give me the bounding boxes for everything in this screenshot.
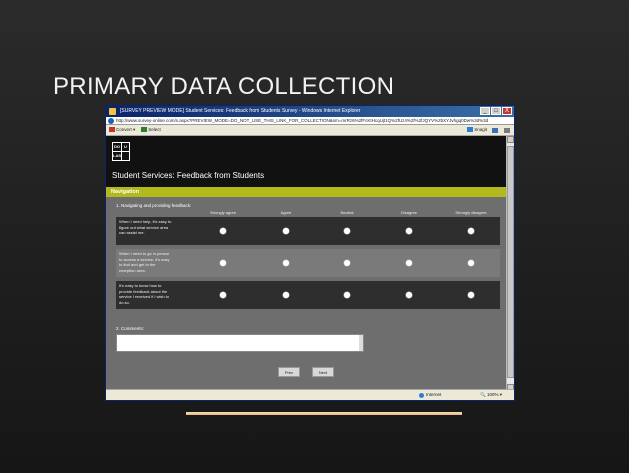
site-title: Student Services: Feedback from Students xyxy=(112,171,265,180)
snagit-button[interactable]: Snagit xyxy=(467,125,487,135)
scroll-up-arrow[interactable] xyxy=(507,136,514,143)
window-title: [SURVEY PREVIEW MODE] Student Services: … xyxy=(120,108,361,114)
radio-agree[interactable] xyxy=(283,228,289,234)
browser-window: [SURVEY PREVIEW MODE] Student Services: … xyxy=(105,105,515,401)
question-1-heading: 1. Navigating and providing feedback: xyxy=(116,203,192,208)
zoom-level[interactable]: 🔍 100% ▾ xyxy=(480,390,502,400)
scale-agree: Agree xyxy=(280,210,292,215)
scale-strongly-agree: Strongly agree xyxy=(209,210,237,215)
comments-textarea[interactable] xyxy=(116,334,364,352)
status-bar: Internet 🔍 100% ▾ xyxy=(106,389,514,400)
next-button[interactable]: Next xyxy=(312,367,334,377)
question-2-heading: 2. Comments: xyxy=(116,326,145,331)
radio-strongly-disagree[interactable] xyxy=(468,292,474,298)
zoom-icon: 🔍 xyxy=(480,392,486,397)
statement-row: When I need to go in person to access a … xyxy=(116,249,500,277)
survey-content: 1. Navigating and providing feedback: St… xyxy=(106,197,508,391)
address-url[interactable]: http://www.survey-online.com/s.aspx?PREV… xyxy=(116,118,488,123)
scale-neutral: Neutral xyxy=(340,210,354,215)
radio-neutral[interactable] xyxy=(344,260,350,266)
radio-strongly-disagree[interactable] xyxy=(468,228,474,234)
page-icon xyxy=(108,118,114,124)
maximize-button[interactable]: □ xyxy=(491,107,501,115)
radio-neutral[interactable] xyxy=(344,292,350,298)
university-logo: DO U LAS xyxy=(112,142,130,161)
survey-page: DO U LAS Student Services: Feedback from… xyxy=(106,136,508,391)
radio-strongly-agree[interactable] xyxy=(220,292,226,298)
browser-toolbar: Convert ▾ Select Snagit xyxy=(106,125,514,136)
capture-icon[interactable] xyxy=(492,127,498,133)
statement-text: It's easy to know how to provide feedbac… xyxy=(119,283,170,305)
statement-text: When I need to go in person to access a … xyxy=(119,251,170,273)
textarea-scrollbar[interactable] xyxy=(359,335,363,351)
window-controls: _ □ X xyxy=(480,107,512,115)
presentation-slide: PRIMARY DATA COLLECTION [SURVEY PREVIEW … xyxy=(0,0,629,473)
statement-text: When I need help, it's easy to figure ou… xyxy=(119,219,172,235)
close-button[interactable]: X xyxy=(502,107,512,115)
site-header: DO U LAS Student Services: Feedback from… xyxy=(106,136,508,187)
slide-title: PRIMARY DATA COLLECTION xyxy=(53,73,395,100)
radio-agree[interactable] xyxy=(283,260,289,266)
radio-neutral[interactable] xyxy=(344,228,350,234)
scale-headers: Strongly agree Agree Neutral Disagree St… xyxy=(106,210,508,216)
radio-disagree[interactable] xyxy=(406,292,412,298)
snagit-icon xyxy=(467,127,474,133)
convert-button[interactable]: Convert ▾ xyxy=(109,125,135,135)
security-zone: Internet xyxy=(419,390,441,400)
page-scrollbar[interactable] xyxy=(506,136,514,391)
radio-strongly-agree[interactable] xyxy=(220,228,226,234)
select-button[interactable]: Select xyxy=(141,125,161,135)
scale-strongly-disagree: Strongly disagree xyxy=(455,210,487,215)
section-nav-bar: Navigation xyxy=(106,187,508,197)
decorative-underline xyxy=(186,412,462,415)
scale-disagree: Disagree xyxy=(400,210,418,215)
select-icon xyxy=(141,127,148,133)
ie-icon xyxy=(109,108,116,115)
pdf-icon xyxy=(109,127,115,133)
address-bar[interactable]: http://www.survey-online.com/s.aspx?PREV… xyxy=(106,117,514,125)
scroll-thumb[interactable] xyxy=(507,146,514,378)
radio-disagree[interactable] xyxy=(406,228,412,234)
extra-icon[interactable] xyxy=(504,127,510,133)
minimize-button[interactable]: _ xyxy=(480,107,490,115)
globe-icon xyxy=(419,392,424,398)
statement-row: When I need help, it's easy to figure ou… xyxy=(116,217,500,245)
radio-strongly-agree[interactable] xyxy=(220,260,226,266)
radio-agree[interactable] xyxy=(283,292,289,298)
radio-strongly-disagree[interactable] xyxy=(468,260,474,266)
statement-row: It's easy to know how to provide feedbac… xyxy=(116,281,500,309)
window-titlebar: [SURVEY PREVIEW MODE] Student Services: … xyxy=(106,106,514,117)
prev-button[interactable]: Prev xyxy=(278,367,300,377)
radio-disagree[interactable] xyxy=(406,260,412,266)
